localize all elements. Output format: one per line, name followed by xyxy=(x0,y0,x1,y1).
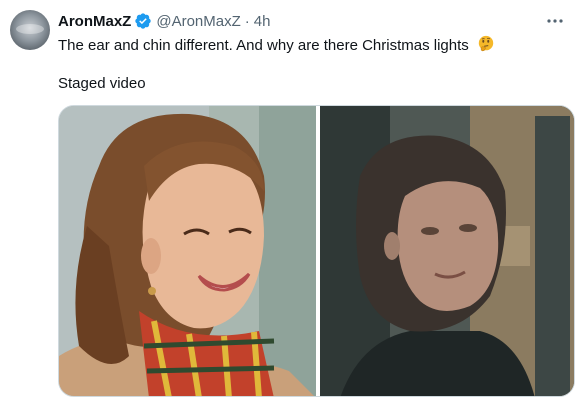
photo-left-image xyxy=(59,106,316,396)
tweet-text-line: The ear and chin different. And why are … xyxy=(58,35,495,56)
display-name[interactable]: AronMaxZ xyxy=(58,13,131,30)
photo-right-image xyxy=(320,106,574,396)
verified-badge-icon[interactable] xyxy=(134,12,152,30)
photo-right[interactable] xyxy=(320,106,574,396)
separator-dot: · xyxy=(244,12,250,30)
photo-left[interactable] xyxy=(59,106,316,396)
timestamp[interactable]: 4h xyxy=(254,13,271,30)
avatar[interactable] xyxy=(10,10,50,50)
media-grid[interactable] xyxy=(58,105,575,397)
tweet-text: The ear and chin different. And why are … xyxy=(58,37,469,54)
more-options-icon[interactable] xyxy=(545,12,565,30)
tweet-subtext: Staged video xyxy=(58,75,146,92)
thinking-face-icon xyxy=(478,35,494,52)
handle[interactable]: @AronMaxZ xyxy=(156,13,240,30)
tweet-header: AronMaxZ @AronMaxZ · 4h xyxy=(58,11,270,31)
